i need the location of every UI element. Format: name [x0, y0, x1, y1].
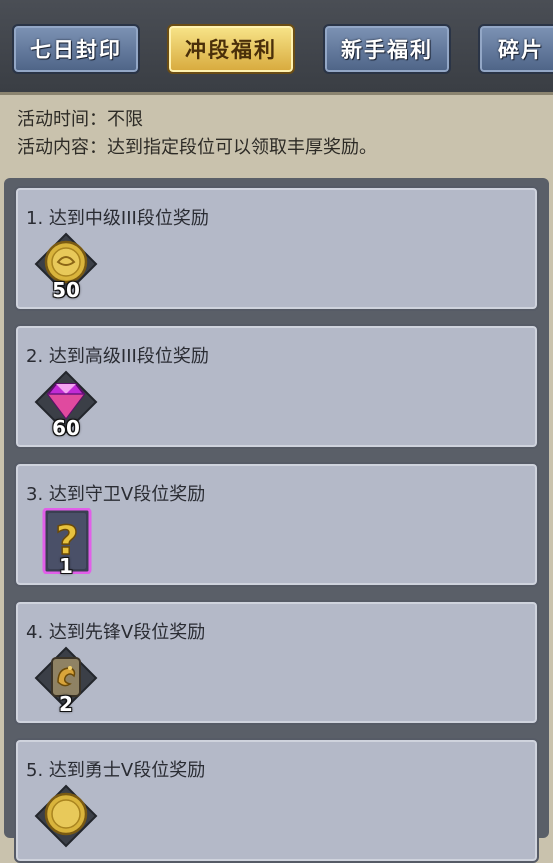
reward-item[interactable]: 50: [34, 232, 98, 302]
reward-card: 3. 达到守卫V段位奖励 ? 1: [14, 462, 539, 587]
reward-card: 5. 达到勇士V段位奖励: [14, 738, 539, 863]
reward-title: 3. 达到守卫V段位奖励: [26, 484, 206, 505]
activity-content-label: 活动内容：: [17, 137, 107, 158]
reward-title: 2. 达到高级III段位奖励: [26, 346, 209, 367]
activity-time: 活动时间：不限: [17, 106, 377, 134]
reward-card: 4. 达到先锋V段位奖励 2: [14, 600, 539, 725]
activity-time-label: 活动时间：: [17, 109, 107, 130]
reward-title: 4. 达到先锋V段位奖励: [26, 622, 206, 643]
reward-quantity: 60: [52, 416, 80, 440]
reward-card: 1. 达到中级III段位奖励 50: [14, 186, 539, 311]
tab-rank-rewards[interactable]: 冲段福利: [167, 24, 295, 74]
reward-title: 1. 达到中级III段位奖励: [26, 208, 209, 229]
activity-info: 活动时间：不限 活动内容：达到指定段位可以领取丰厚奖励。: [17, 106, 377, 162]
tab-newbie-rewards[interactable]: 新手福利: [323, 24, 451, 74]
activity-content: 活动内容：达到指定段位可以领取丰厚奖励。: [17, 134, 377, 162]
reward-item[interactable]: 60: [34, 370, 98, 440]
activity-time-value: 不限: [107, 109, 143, 130]
reward-quantity: 50: [52, 278, 80, 302]
reward-quantity: 1: [59, 554, 73, 578]
tab-seven-day-seal[interactable]: 七日封印: [12, 24, 140, 74]
reward-card: 2. 达到高级III段位奖励 60: [14, 324, 539, 449]
tab-bar: 七日封印 冲段福利 新手福利 碎片: [0, 0, 553, 95]
reward-item[interactable]: ? 1: [34, 508, 98, 578]
reward-item[interactable]: 2: [34, 646, 98, 716]
reward-quantity: 2: [59, 692, 73, 716]
reward-item[interactable]: [34, 784, 98, 852]
activity-content-value: 达到指定段位可以领取丰厚奖励。: [107, 137, 377, 158]
tab-fragments[interactable]: 碎片: [478, 24, 553, 74]
reward-list[interactable]: 1. 达到中级III段位奖励 50 2. 达到高级III段位奖励 60 3. 达…: [4, 178, 549, 863]
gold-coin-icon: [34, 784, 98, 848]
reward-title: 5. 达到勇士V段位奖励: [26, 760, 206, 781]
